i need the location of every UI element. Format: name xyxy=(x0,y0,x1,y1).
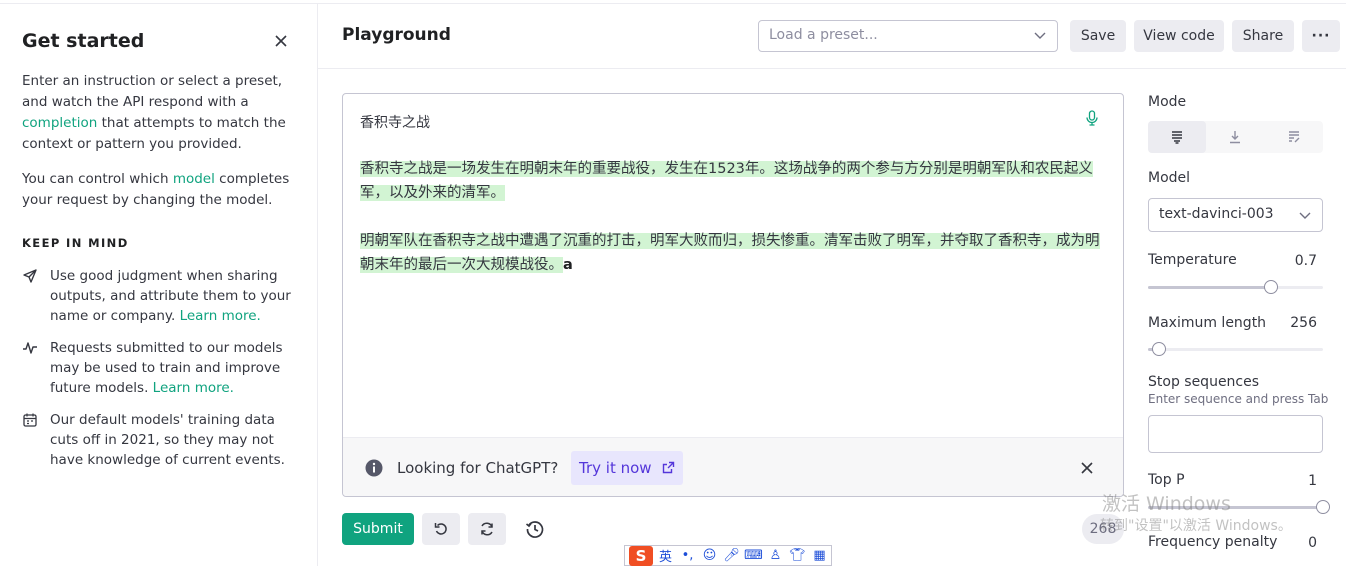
ime-language-toggle[interactable]: 英 xyxy=(656,546,675,565)
prompt-editor[interactable]: 香积寺之战 香积寺之战是一场发生在明朝末年的重要战役，发生在1523年。这场战争… xyxy=(342,93,1124,497)
learn-more-link[interactable]: Learn more. xyxy=(180,308,261,324)
more-options-button[interactable]: ··· xyxy=(1302,20,1340,52)
microphone-icon[interactable] xyxy=(1085,110,1099,126)
slider-fill xyxy=(1148,286,1271,289)
punctuation-icon[interactable]: •, xyxy=(678,548,697,563)
stop-sequences-input[interactable] xyxy=(1148,415,1323,453)
keyboard-icon[interactable]: ⌨ xyxy=(744,548,763,563)
banner-text: Looking for ChatGPT? xyxy=(397,459,559,477)
frequency-penalty-label: Frequency penalty xyxy=(1148,534,1278,550)
close-banner-icon[interactable] xyxy=(1081,462,1093,474)
user-icon[interactable]: ♙ xyxy=(766,548,785,563)
completion-link[interactable]: completion xyxy=(22,115,97,131)
page-title: Playground xyxy=(342,25,451,45)
external-link-icon xyxy=(663,461,675,474)
tip-item: Our default models' training data cuts o… xyxy=(22,410,312,470)
edit-mode-icon xyxy=(1288,131,1300,143)
completion-highlight: 香积寺之战是一场发生在明朝末年的重要战役，发生在1523年。这场战争的两个参与方… xyxy=(360,161,1093,201)
header-divider xyxy=(318,68,1346,69)
max-length-value[interactable]: 256 xyxy=(1277,315,1317,331)
skin-icon[interactable]: 👕︎ xyxy=(788,548,807,563)
info-icon xyxy=(365,459,383,477)
mode-selector xyxy=(1148,121,1323,153)
chevron-down-icon xyxy=(1299,212,1311,219)
completion-paragraph[interactable]: 明朝军队在香积寺之战中遭遇了沉重的打击，明军大败而归，损失惨重。清军击败了明军，… xyxy=(360,229,1100,277)
undo-button[interactable] xyxy=(422,513,460,545)
model-label: Model xyxy=(1148,170,1191,186)
temperature-label: Temperature xyxy=(1148,252,1237,268)
calendar-icon xyxy=(23,413,37,427)
learn-more-link[interactable]: Learn more. xyxy=(153,380,234,396)
view-code-button[interactable]: View code xyxy=(1134,20,1224,52)
top-p-label: Top P xyxy=(1148,472,1185,488)
complete-mode-icon xyxy=(1172,131,1183,144)
keep-in-mind-heading: KEEP IN MIND xyxy=(22,236,129,250)
max-length-label: Maximum length xyxy=(1148,315,1267,331)
save-button[interactable]: Save xyxy=(1070,20,1126,52)
emoji-icon[interactable]: ☺ xyxy=(700,548,719,563)
preset-placeholder: Load a preset... xyxy=(769,27,878,43)
insert-mode-icon xyxy=(1230,131,1241,144)
regenerate-button[interactable] xyxy=(468,513,506,545)
playground-app: Get started Enter an instruction or sele… xyxy=(0,0,1346,566)
chevron-down-icon xyxy=(1034,32,1046,39)
prompt-text[interactable]: 香积寺之战 xyxy=(360,112,430,132)
completion-paragraph[interactable]: 香积寺之战是一场发生在明朝末年的重要战役，发生在1523年。这场战争的两个参与方… xyxy=(360,157,1100,205)
typed-text: a xyxy=(563,257,573,273)
slider-handle[interactable] xyxy=(1151,342,1166,356)
chatgpt-banner: Looking for ChatGPT? Try it now xyxy=(343,437,1123,496)
tip-item: Requests submitted to our models may be … xyxy=(22,338,312,398)
activation-watermark-title: 激活 Windows xyxy=(1102,493,1231,515)
stop-sequences-label: Stop sequences xyxy=(1148,374,1260,390)
ime-logo-icon[interactable]: S xyxy=(629,545,653,566)
model-link[interactable]: model xyxy=(173,171,215,187)
stop-sequences-hint: Enter sequence and press Tab xyxy=(1148,392,1329,406)
mode-label: Mode xyxy=(1148,94,1187,110)
try-it-now-link[interactable]: Try it now xyxy=(571,451,684,485)
model-value: text-davinci-003 xyxy=(1159,206,1274,222)
intro-text: Enter an instruction or select a preset,… xyxy=(22,73,286,152)
mode-insert-button[interactable] xyxy=(1206,121,1264,153)
model-select[interactable]: text-davinci-003 xyxy=(1148,198,1323,232)
frequency-penalty-value[interactable]: 0 xyxy=(1277,535,1317,551)
mode-complete-button[interactable] xyxy=(1148,121,1207,153)
activity-icon xyxy=(23,342,37,354)
tip-item: Use good judgment when sharing outputs, … xyxy=(22,266,312,326)
top-p-value[interactable]: 1 xyxy=(1277,473,1317,489)
temperature-slider[interactable] xyxy=(1148,280,1323,294)
close-icon xyxy=(275,35,287,47)
slider-handle[interactable] xyxy=(1316,500,1330,514)
preset-select[interactable]: Load a preset... xyxy=(758,20,1058,52)
max-length-slider[interactable] xyxy=(1148,342,1323,356)
temperature-value[interactable]: 0.7 xyxy=(1277,253,1317,269)
mode-edit-button[interactable] xyxy=(1265,121,1323,153)
voice-icon[interactable]: 🎤︎ xyxy=(722,548,741,563)
activation-watermark-subtitle: 转到"设置"以激活 Windows。 xyxy=(1100,518,1292,534)
completion-highlight: 明朝军队在香积寺之战中遭遇了沉重的打击，明军大败而归，损失惨重。清军击败了明军，… xyxy=(360,233,1100,273)
slider-handle[interactable] xyxy=(1263,280,1278,294)
model-text: You can control which model completes yo… xyxy=(22,171,290,208)
submit-button[interactable]: Submit xyxy=(342,513,414,545)
regenerate-icon xyxy=(481,522,493,536)
toolbox-icon[interactable]: ▦ xyxy=(810,548,829,563)
panel-title: Get started xyxy=(22,30,145,52)
send-icon xyxy=(23,269,37,283)
undo-icon xyxy=(434,523,447,535)
get-started-panel: Get started Enter an instruction or sele… xyxy=(0,4,318,566)
ime-toolbar: S 英 •, ☺ 🎤︎ ⌨ ♙ 👕︎ ▦ xyxy=(624,545,832,566)
share-button[interactable]: Share xyxy=(1232,20,1294,52)
close-panel-button[interactable] xyxy=(270,30,292,52)
history-icon[interactable] xyxy=(524,518,546,540)
